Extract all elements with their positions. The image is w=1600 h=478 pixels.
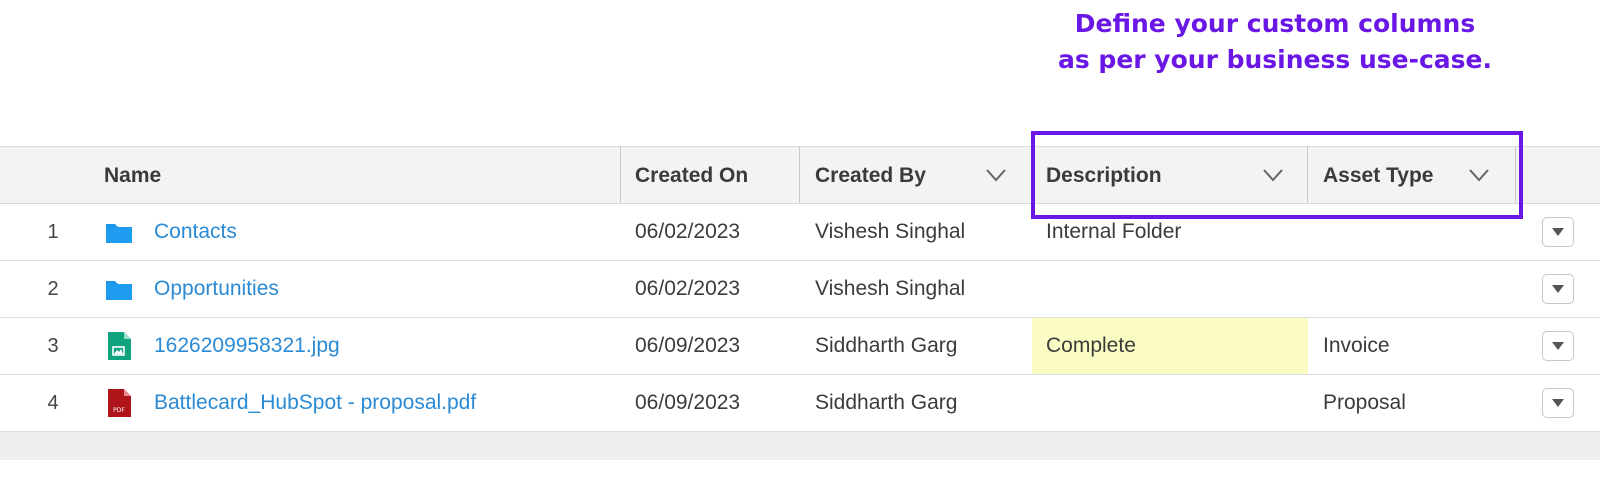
created-by-cell: Vishesh Singhal: [815, 220, 966, 243]
created-on-cell: 06/09/2023: [635, 334, 741, 357]
created-by-cell: Vishesh Singhal: [815, 277, 966, 300]
folder-icon: [104, 274, 134, 304]
file-name-link[interactable]: Battlecard_HubSpot - proposal.pdf: [154, 391, 476, 415]
row-number: 2: [47, 277, 59, 300]
row-actions-button[interactable]: [1542, 388, 1574, 418]
table-row: 4 PDF Battlecard_HubSpot - proposal.pdf …: [0, 375, 1600, 432]
row-actions-button[interactable]: [1542, 217, 1574, 247]
caret-down-icon: [1552, 399, 1564, 407]
caret-down-icon: [1552, 342, 1564, 350]
created-on-cell: 06/02/2023: [635, 220, 741, 243]
folder-icon: [104, 217, 134, 247]
file-name-link[interactable]: Contacts: [154, 220, 237, 244]
name-cell: PDF Battlecard_HubSpot - proposal.pdf: [104, 375, 476, 431]
column-header-created-on[interactable]: Created On: [635, 147, 795, 205]
chevron-down-icon[interactable]: [985, 167, 1007, 183]
file-list-view: Define your custom columns as per your b…: [0, 0, 1600, 478]
table-footer: [0, 432, 1600, 460]
file-name-link[interactable]: 1626209958321.jpg: [154, 334, 340, 358]
row-actions-button[interactable]: [1542, 274, 1574, 304]
table-row: 3 1626209958321.jpg 06/09/2023 Siddharth…: [0, 318, 1600, 375]
custom-columns-highlight: [1031, 131, 1523, 219]
created-on-cell: 06/02/2023: [635, 277, 741, 300]
row-number: 3: [47, 334, 59, 357]
name-cell: Opportunities: [104, 261, 279, 317]
callout-line-2: as per your business use-case.: [1057, 45, 1493, 74]
row-actions-button[interactable]: [1542, 331, 1574, 361]
callout-line-1: Define your custom columns: [1074, 9, 1476, 38]
pdf-file-icon: PDF: [104, 388, 134, 418]
column-header-name[interactable]: Name: [104, 147, 620, 205]
name-cell: 1626209958321.jpg: [104, 318, 340, 374]
caret-down-icon: [1552, 228, 1564, 236]
file-name-link[interactable]: Opportunities: [154, 277, 279, 301]
caret-down-icon: [1552, 285, 1564, 293]
column-divider[interactable]: [620, 147, 621, 203]
table-row: 2 Opportunities 06/02/2023 Vishesh Singh…: [0, 261, 1600, 318]
row-number: 1: [47, 220, 59, 243]
created-by-cell: Siddharth Garg: [815, 391, 958, 414]
pdf-icon-label: PDF: [113, 407, 125, 414]
created-by-cell: Siddharth Garg: [815, 334, 958, 357]
name-cell: Contacts: [104, 204, 237, 260]
row-number: 4: [47, 391, 59, 414]
description-cell: Complete: [1046, 334, 1136, 357]
image-file-icon: [104, 331, 134, 361]
custom-columns-callout: Define your custom columns as per your b…: [1040, 6, 1510, 78]
asset-type-cell: Invoice: [1323, 334, 1390, 357]
asset-type-cell: Proposal: [1323, 391, 1406, 414]
created-on-cell: 06/09/2023: [635, 391, 741, 414]
column-divider[interactable]: [799, 147, 800, 203]
